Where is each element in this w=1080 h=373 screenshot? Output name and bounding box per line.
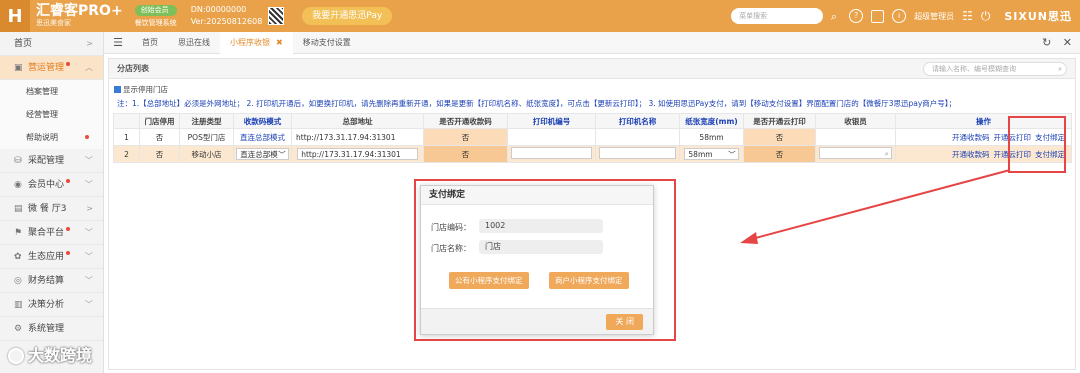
watermark-text: 大数跨境 [28,346,93,365]
annotation-arrow [740,169,1011,244]
watermark-logo-icon [8,348,24,364]
watermark: 大数跨境 [8,342,92,366]
